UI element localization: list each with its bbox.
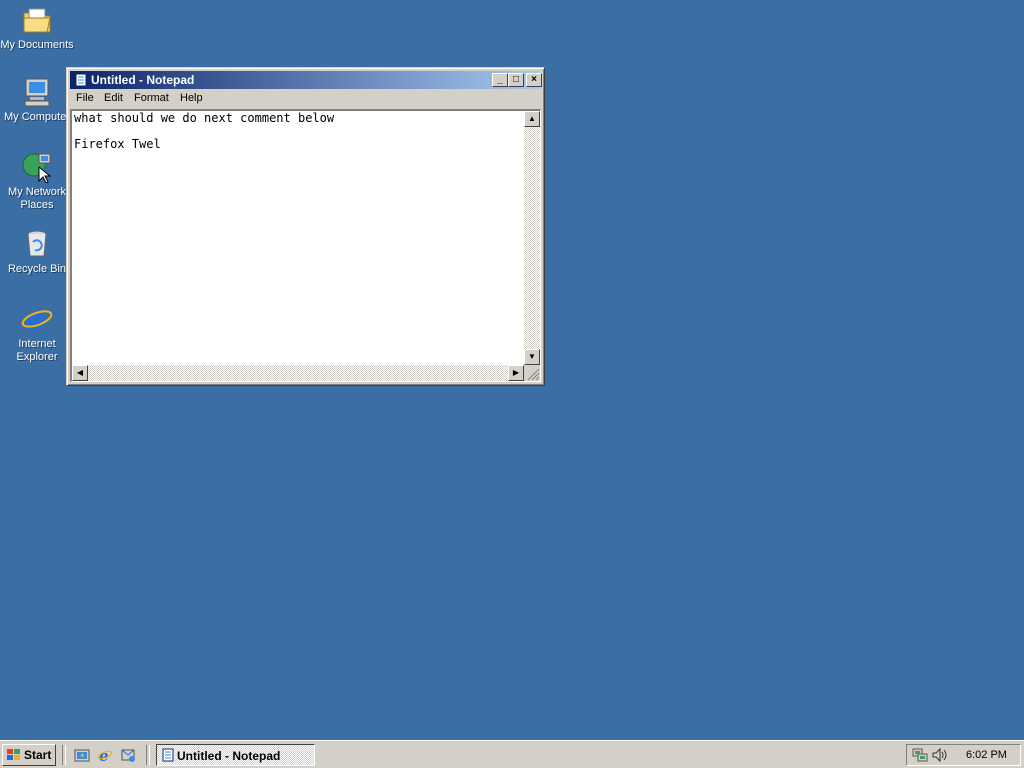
clock[interactable]: 6:02 PM — [966, 749, 1007, 761]
desktop-icon-label: My Network Places — [7, 186, 67, 211]
menu-file[interactable]: File — [76, 92, 94, 104]
scroll-right-button[interactable]: ▶ — [508, 365, 524, 381]
network-status-icon[interactable] — [912, 747, 928, 766]
internet-explorer-icon: e — [21, 303, 53, 338]
maximize-button[interactable]: □ — [508, 73, 524, 87]
system-tray: 6:02 PM — [906, 744, 1021, 766]
internet-explorer-icon[interactable]: e — [97, 747, 113, 765]
desktop-icon-my-computer[interactable]: My Computer — [0, 76, 74, 124]
desktop-icon-label: My Documents — [0, 39, 74, 51]
desktop-icon-internet-explorer[interactable]: e Internet Explorer — [0, 303, 74, 364]
outlook-express-icon[interactable] — [120, 747, 136, 763]
menu-edit[interactable]: Edit — [104, 92, 123, 104]
menu-help[interactable]: Help — [180, 92, 203, 104]
notepad-window[interactable]: Untitled - Notepad _ □ × File Edit Forma… — [66, 67, 545, 386]
start-button[interactable]: Start — [2, 744, 56, 766]
menu-format[interactable]: Format — [134, 92, 169, 104]
minimize-button[interactable]: _ — [492, 73, 508, 87]
close-button[interactable]: × — [526, 73, 542, 87]
taskbar: Start e Untitled - Notepad 6:02 PM — [0, 740, 1024, 768]
desktop-icon-label: My Computer — [3, 111, 71, 123]
vertical-scrollbar[interactable]: ▲ ▼ — [524, 111, 540, 365]
recycle-bin-icon — [21, 228, 53, 260]
taskbar-separator — [146, 745, 150, 765]
resize-grip[interactable] — [524, 365, 540, 381]
network-icon — [21, 151, 53, 184]
taskbar-separator — [62, 745, 66, 765]
show-desktop-icon[interactable] — [74, 747, 90, 763]
svg-text:e: e — [26, 303, 45, 335]
start-label: Start — [24, 748, 52, 762]
scroll-down-button[interactable]: ▼ — [524, 349, 540, 365]
desktop-icon-recycle-bin[interactable]: Recycle Bin — [0, 228, 74, 276]
scroll-up-button[interactable]: ▲ — [524, 111, 540, 127]
title-bar[interactable]: Untitled - Notepad _ □ × — [70, 71, 542, 89]
desktop-icon-my-documents[interactable]: My Documents — [0, 4, 74, 52]
notepad-icon — [73, 72, 89, 88]
desktop-icon-label: Internet Explorer — [16, 338, 58, 363]
desktop-icon-label: Recycle Bin — [7, 263, 67, 275]
text-editor[interactable]: what should we do next comment below Fir… — [70, 109, 541, 382]
notepad-icon — [160, 747, 176, 766]
scroll-left-button[interactable]: ◀ — [72, 365, 88, 381]
windows-logo-icon — [6, 747, 22, 766]
task-button-notepad[interactable]: Untitled - Notepad — [156, 744, 315, 766]
computer-icon — [21, 76, 53, 108]
menu-bar: File Edit Format Help — [70, 90, 541, 108]
task-button-label: Untitled - Notepad — [177, 749, 281, 763]
horizontal-scrollbar[interactable]: ◀ ▶ — [72, 365, 524, 381]
volume-icon[interactable] — [931, 747, 947, 766]
svg-text:e: e — [99, 747, 109, 763]
window-title: Untitled - Notepad — [91, 73, 195, 87]
editor-content[interactable]: what should we do next comment below Fir… — [74, 112, 334, 151]
desktop-icon-my-network-places[interactable]: My Network Places — [0, 151, 74, 212]
folder-icon — [21, 4, 53, 36]
